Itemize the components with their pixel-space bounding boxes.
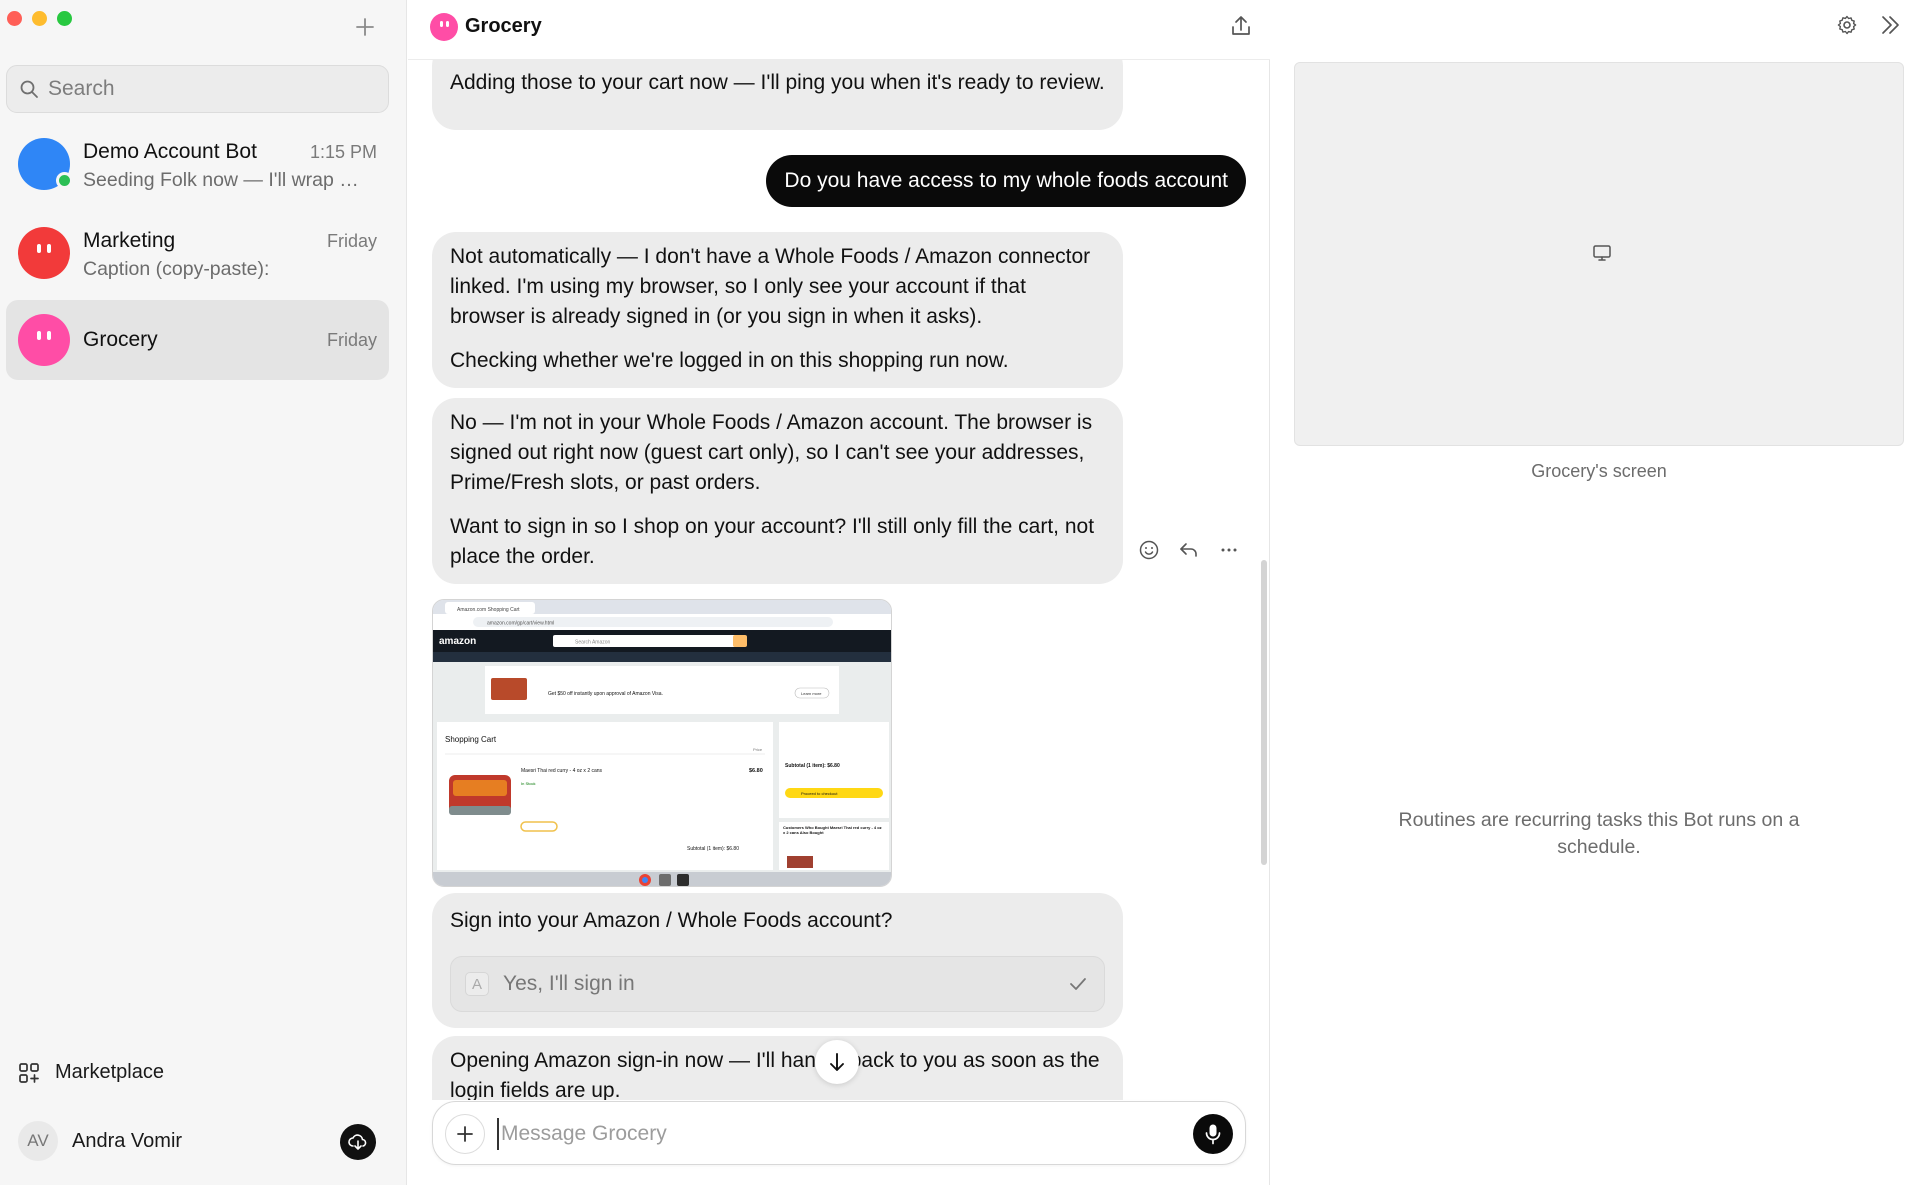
avatar (18, 138, 73, 190)
message-list[interactable]: Adding those to your cart now — I'll pin… (408, 60, 1270, 1100)
message-text: No — I'm not in your Whole Foods / Amazo… (450, 411, 1093, 494)
message-text: Opening Amazon sign-in now — I'll hand i… (450, 1049, 1100, 1100)
cloud-sync-icon (348, 1134, 367, 1150)
reply-icon[interactable] (1178, 539, 1200, 561)
marketplace-link[interactable]: Marketplace (18, 1061, 164, 1084)
chat-name: Grocery (83, 328, 158, 351)
cart-subtotal: Subtotal (1 item): $6.80 (687, 846, 739, 852)
user-message: Do you have access to my whole foods acc… (766, 155, 1246, 207)
attach-button[interactable] (445, 1114, 485, 1154)
screen-caption: Grocery's screen (1531, 461, 1667, 481)
message-text: Checking whether we're logged in on this… (450, 349, 1009, 372)
emoji-react-icon[interactable] (1138, 539, 1160, 561)
item-price: $6.80 (749, 768, 763, 774)
plus-icon (356, 18, 374, 36)
share-button[interactable] (1230, 14, 1252, 43)
chat-preview: Seeding Folk now — I'll wrap … (83, 169, 359, 191)
minimize-window-button[interactable] (32, 11, 47, 26)
chat-panel: Grocery Adding those to your cart now — … (408, 0, 1270, 1185)
checkout-button: Proceed to checkout (801, 791, 838, 796)
panel-subtotal: Subtotal (1 item): $6.80 (785, 763, 840, 769)
chat-name: Marketing (83, 229, 176, 252)
plus-icon (457, 1126, 473, 1142)
url-text: amazon.com/gp/cart/view.html (487, 621, 554, 627)
tab-title: Amazon.com Shopping Cart (457, 607, 520, 613)
message-text: Not automatically — I don't have a Whole… (450, 245, 1091, 328)
bot-side-panel: Grocery's screen Routines are recurring … (1271, 0, 1920, 1185)
option-key: A (465, 972, 489, 996)
user-profile[interactable]: AV Andra Vomir (18, 1121, 182, 1161)
avatar (430, 13, 458, 41)
sidebar: Demo Account Bot 1:15 PM Seeding Folk no… (0, 0, 407, 1185)
bot-message: Not automatically — I don't have a Whole… (432, 232, 1123, 388)
search-icon (20, 80, 38, 98)
promo-button: Learn more (801, 691, 822, 696)
arrow-down-icon (830, 1053, 844, 1071)
chat-time: Friday (326, 330, 377, 350)
option-label: Yes, I'll sign in (503, 972, 635, 995)
sync-button[interactable] (340, 1124, 376, 1160)
close-window-button[interactable] (7, 11, 22, 26)
monitor-icon (1593, 245, 1611, 261)
cart-heading: Shopping Cart (445, 735, 497, 744)
apps-grid-icon (19, 1062, 39, 1083)
chat-time: 1:15 PM (309, 142, 377, 162)
avatar (18, 227, 70, 279)
chat-preview: Caption (copy-paste): (83, 258, 270, 280)
question-card: Sign into your Amazon / Whole Foods acco… (432, 893, 1123, 1028)
search-box[interactable] (6, 65, 389, 113)
search-input[interactable] (48, 77, 348, 101)
amazon-search: Search Amazon (575, 640, 611, 646)
chevron-double-right-icon (1882, 16, 1899, 34)
bot-screen-preview[interactable] (1294, 62, 1904, 446)
price-column: Price (753, 747, 763, 752)
zoom-window-button[interactable] (57, 11, 72, 26)
microphone-icon (1205, 1124, 1221, 1145)
chat-title: Grocery (465, 15, 542, 37)
collapse-panel-button[interactable] (1878, 14, 1902, 41)
item-name: Maesri Thai red curry - 4 oz x 2 cans (521, 768, 603, 774)
amazon-logo: amazon (439, 636, 476, 647)
chat-item-grocery[interactable]: Grocery Friday (6, 300, 389, 380)
message-text: Adding those to your cart now — I'll pin… (450, 71, 1105, 94)
settings-button[interactable] (1836, 14, 1858, 41)
share-icon (1232, 16, 1250, 35)
more-icon[interactable] (1218, 539, 1240, 561)
avatar: AV (18, 1121, 58, 1161)
message-text: Want to sign in so I shop on your accoun… (450, 515, 1095, 568)
bot-message: Adding those to your cart now — I'll pin… (432, 60, 1123, 130)
gear-icon (1837, 15, 1857, 35)
answer-option[interactable]: A Yes, I'll sign in (450, 956, 1105, 1012)
bot-message: No — I'm not in your Whole Foods / Amazo… (432, 398, 1123, 584)
chat-time: Friday (326, 231, 377, 251)
message-input[interactable] (497, 1118, 1157, 1150)
message-actions (1138, 539, 1240, 561)
routines-empty-state: Routines are recurring tasks this Bot ru… (1398, 809, 1800, 858)
message-composer (432, 1101, 1246, 1165)
voice-button[interactable] (1193, 1114, 1233, 1154)
user-name: Andra Vomir (72, 1129, 183, 1152)
item-stock: In Stock (521, 781, 535, 786)
scroll-to-bottom-button[interactable] (815, 1040, 859, 1084)
chat-item-marketing[interactable]: Marketing Friday Caption (copy-paste): (6, 213, 389, 293)
window-controls (7, 11, 72, 26)
promo-text: Get $50 off instantly upon approval of A… (548, 691, 663, 697)
browser-screenshot[interactable]: Amazon.com Shopping Cart amazon.com/gp/c… (432, 599, 892, 887)
marketplace-label: Marketplace (55, 1061, 164, 1083)
message-text: Do you have access to my whole foods acc… (784, 169, 1228, 192)
online-status-dot (56, 172, 73, 189)
scrollbar[interactable] (1261, 560, 1267, 865)
also-bought: Customers Who Bought Maesri Thai red cur… (783, 825, 882, 835)
chat-name: Demo Account Bot (83, 140, 257, 163)
new-chat-button[interactable] (350, 12, 380, 42)
check-icon (1070, 978, 1086, 990)
question-title: Sign into your Amazon / Whole Foods acco… (450, 909, 893, 932)
avatar (18, 314, 70, 366)
chat-header: Grocery (408, 0, 1270, 60)
bot-message: Opening Amazon sign-in now — I'll hand i… (432, 1036, 1123, 1100)
chat-item-demo-account-bot[interactable]: Demo Account Bot 1:15 PM Seeding Folk no… (6, 124, 389, 204)
cart-screenshot-image: Amazon.com Shopping Cart amazon.com/gp/c… (433, 600, 891, 886)
